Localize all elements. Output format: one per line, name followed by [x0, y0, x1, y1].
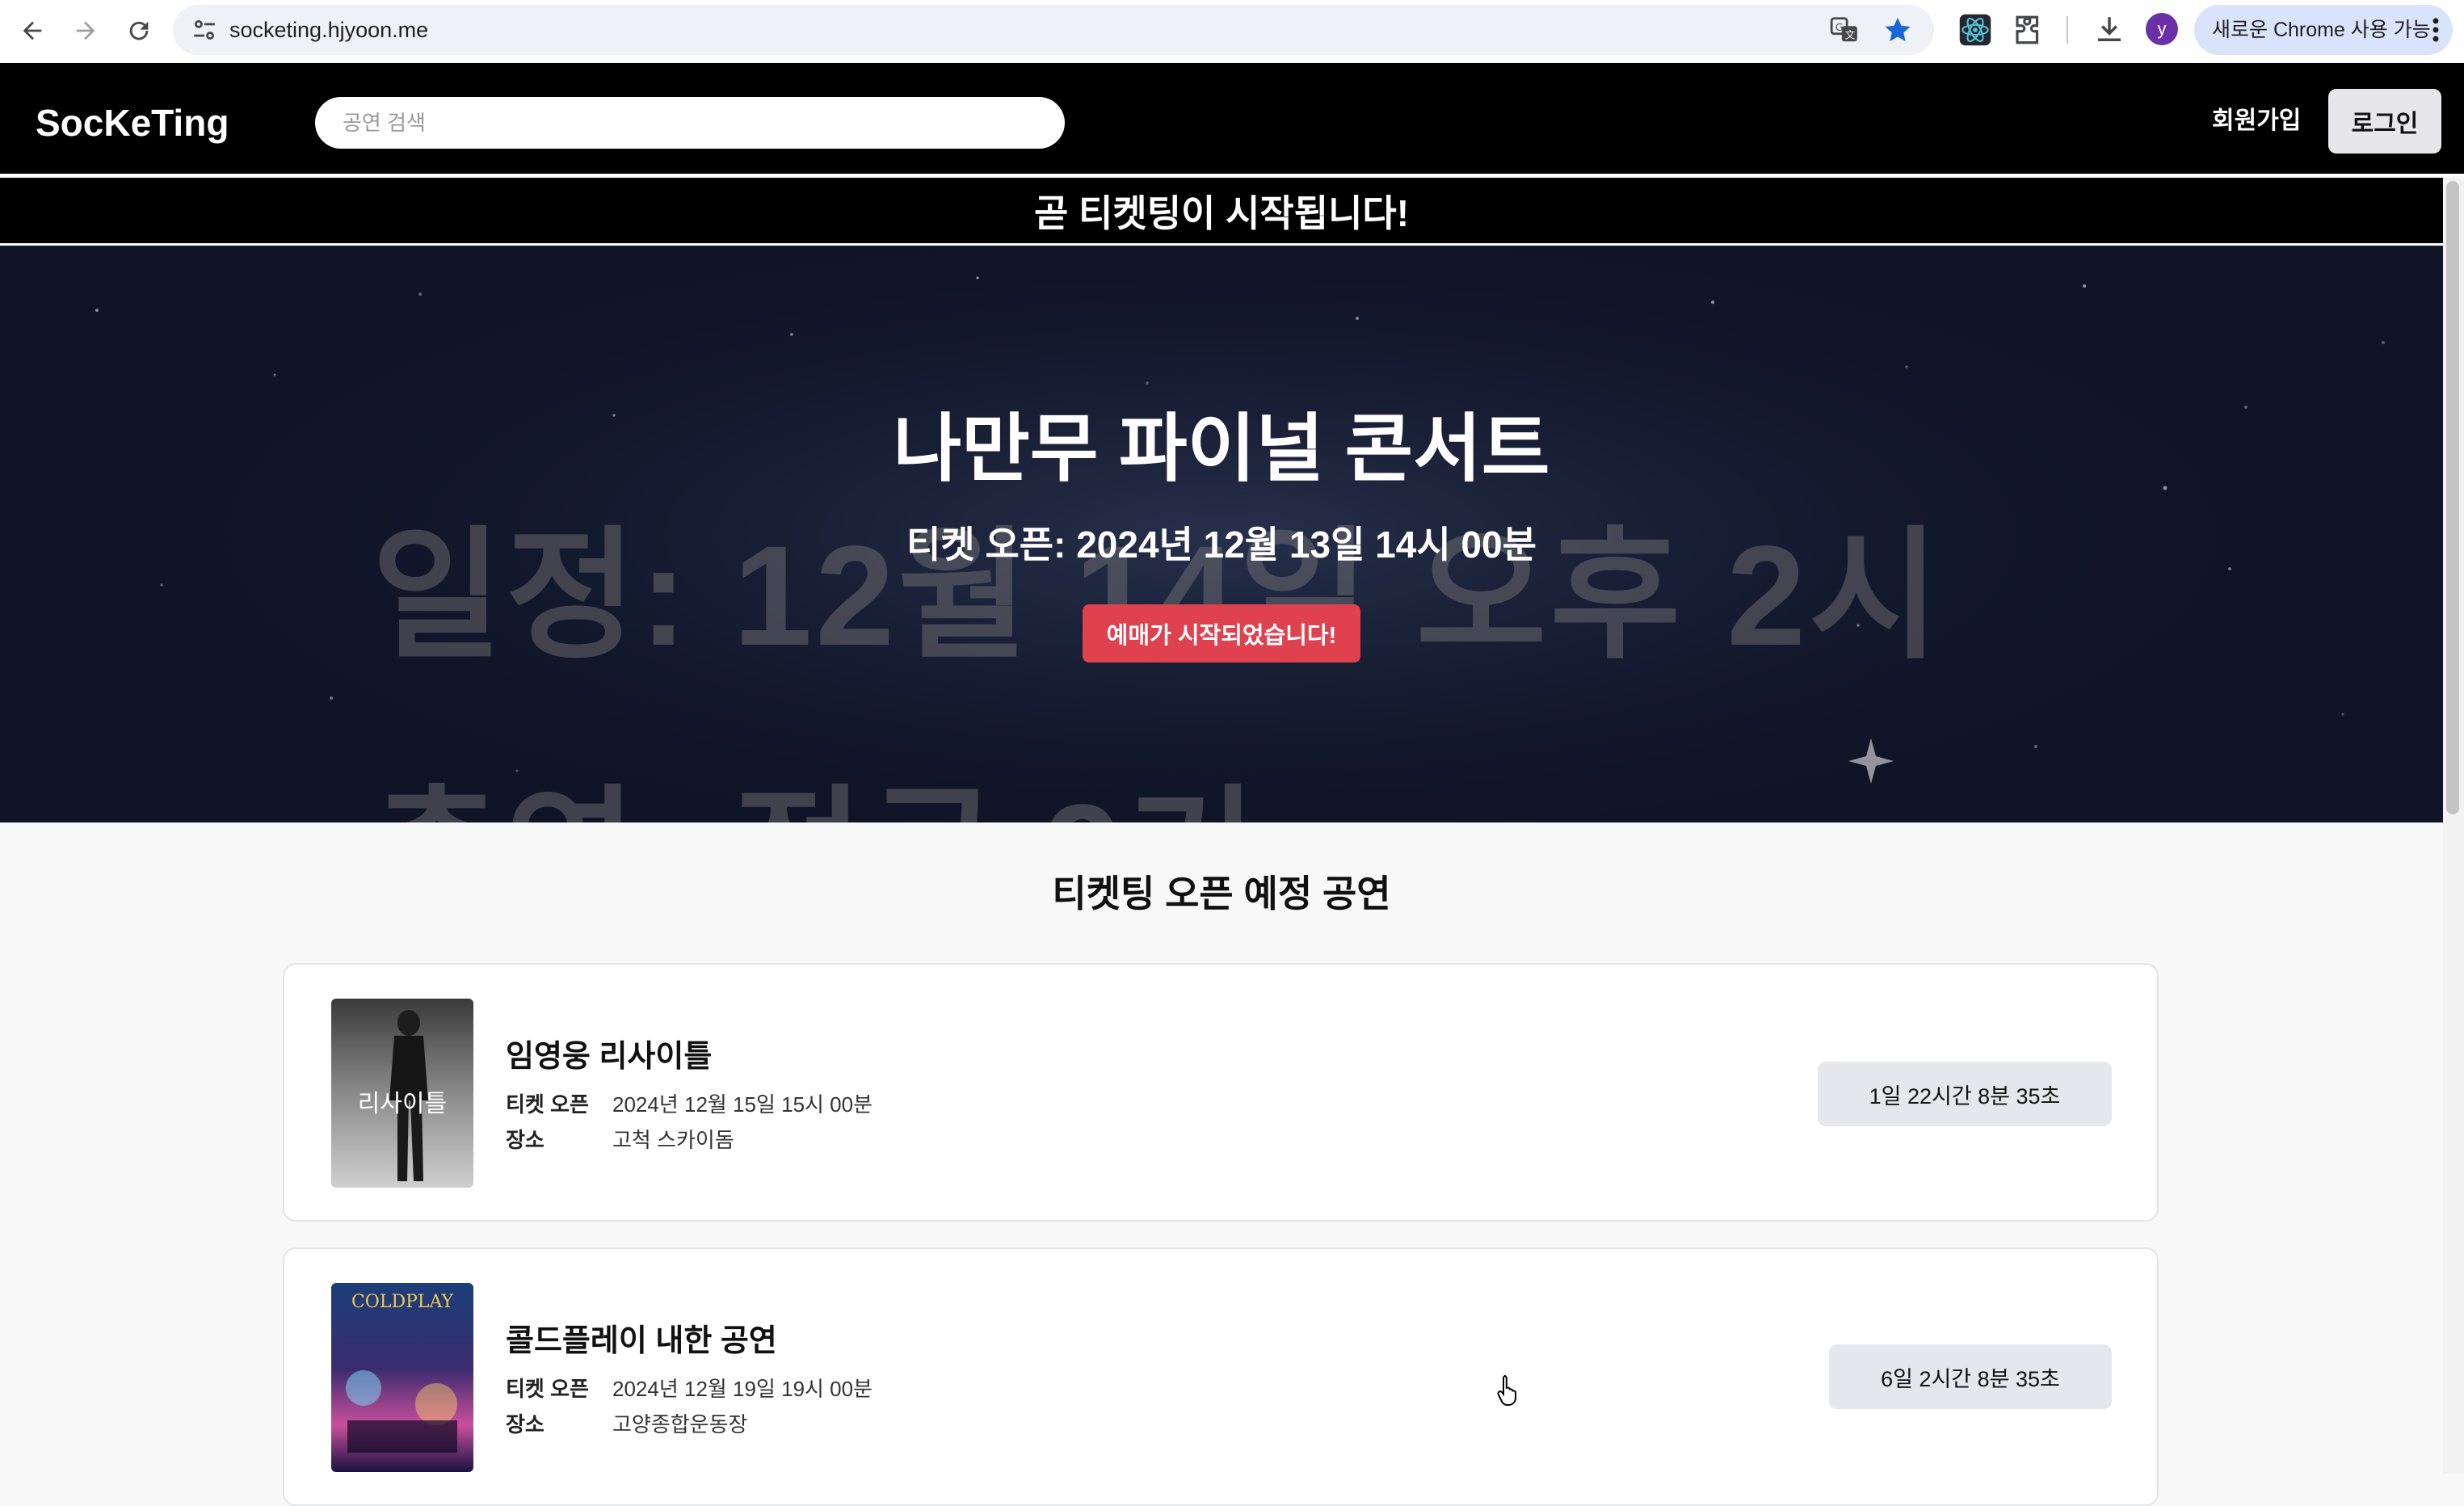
hero-title: 나만무 파이널 콘서트	[893, 408, 1550, 490]
section-title: 티켓팅 오픈 예정 공연	[1052, 873, 1391, 915]
event-poster[interactable]: 리사이틀	[331, 999, 473, 1188]
event-card[interactable]: COLDPLAY 콜드플레이 내한 공연 티켓 오픈 2024년 12월 19일…	[283, 1247, 2159, 1506]
forward-arrow-icon[interactable]	[63, 8, 108, 53]
place-label: 장소	[506, 1128, 545, 1152]
svg-text:文: 文	[1845, 28, 1856, 40]
notice-text: 곧 티켓팅이 시작됩니다!	[1033, 191, 1410, 234]
react-devtools-icon[interactable]	[1958, 13, 1992, 47]
chrome-update-chip[interactable]: 새로운 Chrome 사용 가능	[2194, 5, 2453, 55]
scrollbar-thumb[interactable]	[2446, 181, 2459, 814]
hero-banner: 일정: 12월 14일 오후 2시 출연: 정글 9기 나만무 파이널 콘서트 …	[0, 246, 2443, 822]
event-name[interactable]: 임영웅 리사이틀	[506, 1037, 712, 1076]
update-chip-label: 새로운 Chrome 사용 가능	[2212, 19, 2431, 41]
search-input[interactable]	[315, 97, 1065, 149]
browser-toolbar: socketing.hjyoon.me G文 y 새로운 Chrome 사용 가…	[0, 0, 2464, 61]
hero-ticket-open: 티켓 오픈: 2024년 12월 13일 14시 00분	[906, 524, 1537, 566]
profile-avatar[interactable]: y	[2146, 13, 2178, 45]
open-value: 2024년 12월 19일 19시 00분	[612, 1377, 873, 1401]
site-info-icon[interactable]	[191, 16, 218, 44]
event-card[interactable]: 리사이틀 임영웅 리사이틀 티켓 오픈 2024년 12월 15일 15시 00…	[283, 963, 2159, 1222]
place-label: 장소	[506, 1412, 545, 1437]
star-icon[interactable]	[1882, 15, 1913, 45]
ticketing-notice-bar: 곧 티켓팅이 시작됩니다!	[0, 178, 2443, 246]
back-arrow-icon[interactable]	[10, 8, 55, 53]
site-logo[interactable]: SocKeTing	[36, 100, 229, 145]
place-value: 고척 스카이돔	[612, 1128, 734, 1152]
poster-title: 리사이틀	[358, 1090, 447, 1118]
place-value: 고양종합운동장	[612, 1412, 748, 1437]
booking-open-button[interactable]: 예매가 시작되었습니다!	[1083, 604, 1360, 663]
countdown-badge: 6일 2시간 8분 35초	[1829, 1344, 2112, 1409]
hero-cast-watermark: 출연: 정글 9기	[372, 738, 1260, 822]
more-icon[interactable]	[2430, 15, 2441, 45]
poster-title: COLDPLAY	[351, 1292, 454, 1312]
url-text: socketing.hjyoon.me	[229, 18, 429, 42]
event-poster[interactable]: COLDPLAY	[331, 1283, 473, 1472]
page-scrollbar[interactable]	[2443, 178, 2464, 1474]
extensions-icon[interactable]	[2012, 13, 2046, 47]
hand-cursor-icon	[1497, 1375, 1516, 1406]
reload-icon[interactable]	[116, 8, 162, 53]
open-label: 티켓 오픈	[506, 1377, 589, 1401]
site-header: SocKeTing 회원가입 로그인	[0, 63, 2464, 176]
signup-link[interactable]: 회원가입	[2212, 103, 2301, 139]
login-button[interactable]: 로그인	[2328, 89, 2441, 154]
download-icon[interactable]	[2092, 13, 2126, 47]
toolbar-divider	[2067, 16, 2068, 44]
open-label: 티켓 오픈	[506, 1092, 589, 1117]
translate-icon[interactable]: G文	[1829, 15, 1860, 45]
open-value: 2024년 12월 15일 15시 00분	[612, 1092, 873, 1117]
event-name[interactable]: 콜드플레이 내한 공연	[506, 1322, 777, 1361]
address-bar[interactable]: socketing.hjyoon.me G文	[173, 5, 1934, 55]
countdown-badge: 1일 22시간 8분 35초	[1818, 1062, 2112, 1126]
